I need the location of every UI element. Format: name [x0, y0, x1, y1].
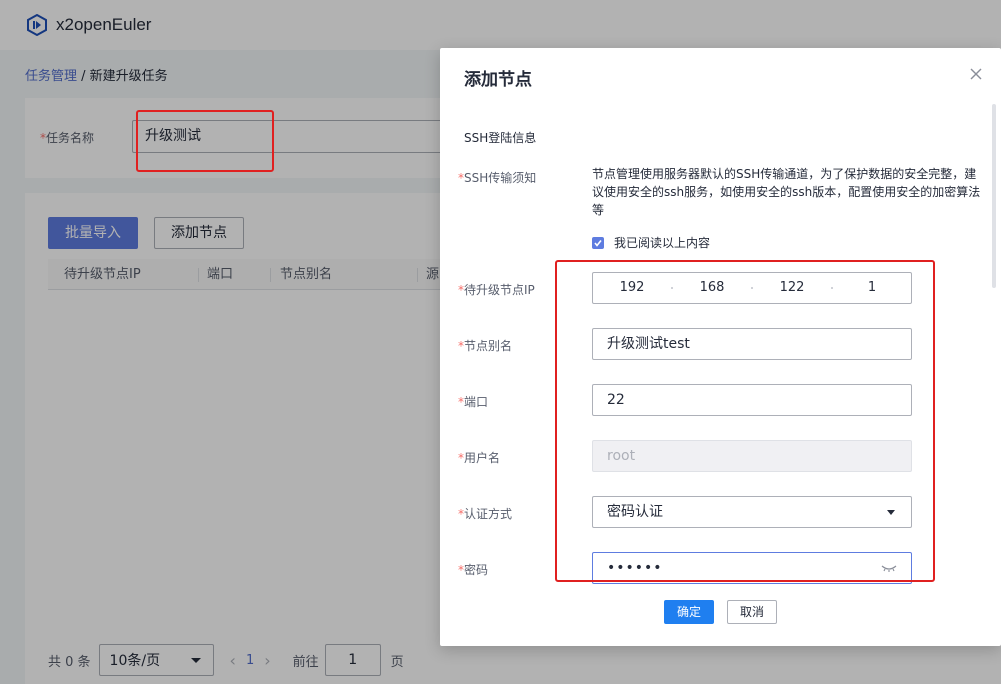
node-ip-label: *待升级节点IP	[458, 283, 535, 297]
username-label: *用户名	[458, 451, 501, 465]
ssh-notice-text: 节点管理使用服务器默认的SSH传输通道，为了保护数据的安全完整，建议使用安全的s…	[592, 167, 981, 217]
dialog-title: 添加节点	[464, 70, 532, 90]
ssh-section-title: SSH登陆信息	[464, 131, 537, 145]
close-icon[interactable]	[968, 66, 984, 82]
ssh-notice-label: *SSH传输须知	[458, 171, 537, 185]
task-name-highlight	[136, 110, 274, 172]
port-label: *端口	[458, 395, 489, 409]
form-fields-highlight	[555, 260, 935, 582]
confirm-button[interactable]: 确定	[664, 600, 714, 624]
password-label: *密码	[458, 563, 489, 577]
node-alias-label: *节点别名	[458, 339, 513, 353]
auth-method-label: *认证方式	[458, 507, 513, 521]
cancel-button[interactable]: 取消	[727, 600, 777, 624]
add-node-dialog: 添加节点 SSH登陆信息 *SSH传输须知 节点管理使用服务器默认的SSH传输通…	[440, 48, 1001, 646]
read-confirm-label: 我已阅读以上内容	[614, 236, 711, 250]
read-confirm-checkbox[interactable]: 我已阅读以上内容	[592, 234, 710, 251]
dialog-scrollbar[interactable]	[992, 104, 996, 288]
checkbox-checked-icon[interactable]	[592, 236, 604, 249]
